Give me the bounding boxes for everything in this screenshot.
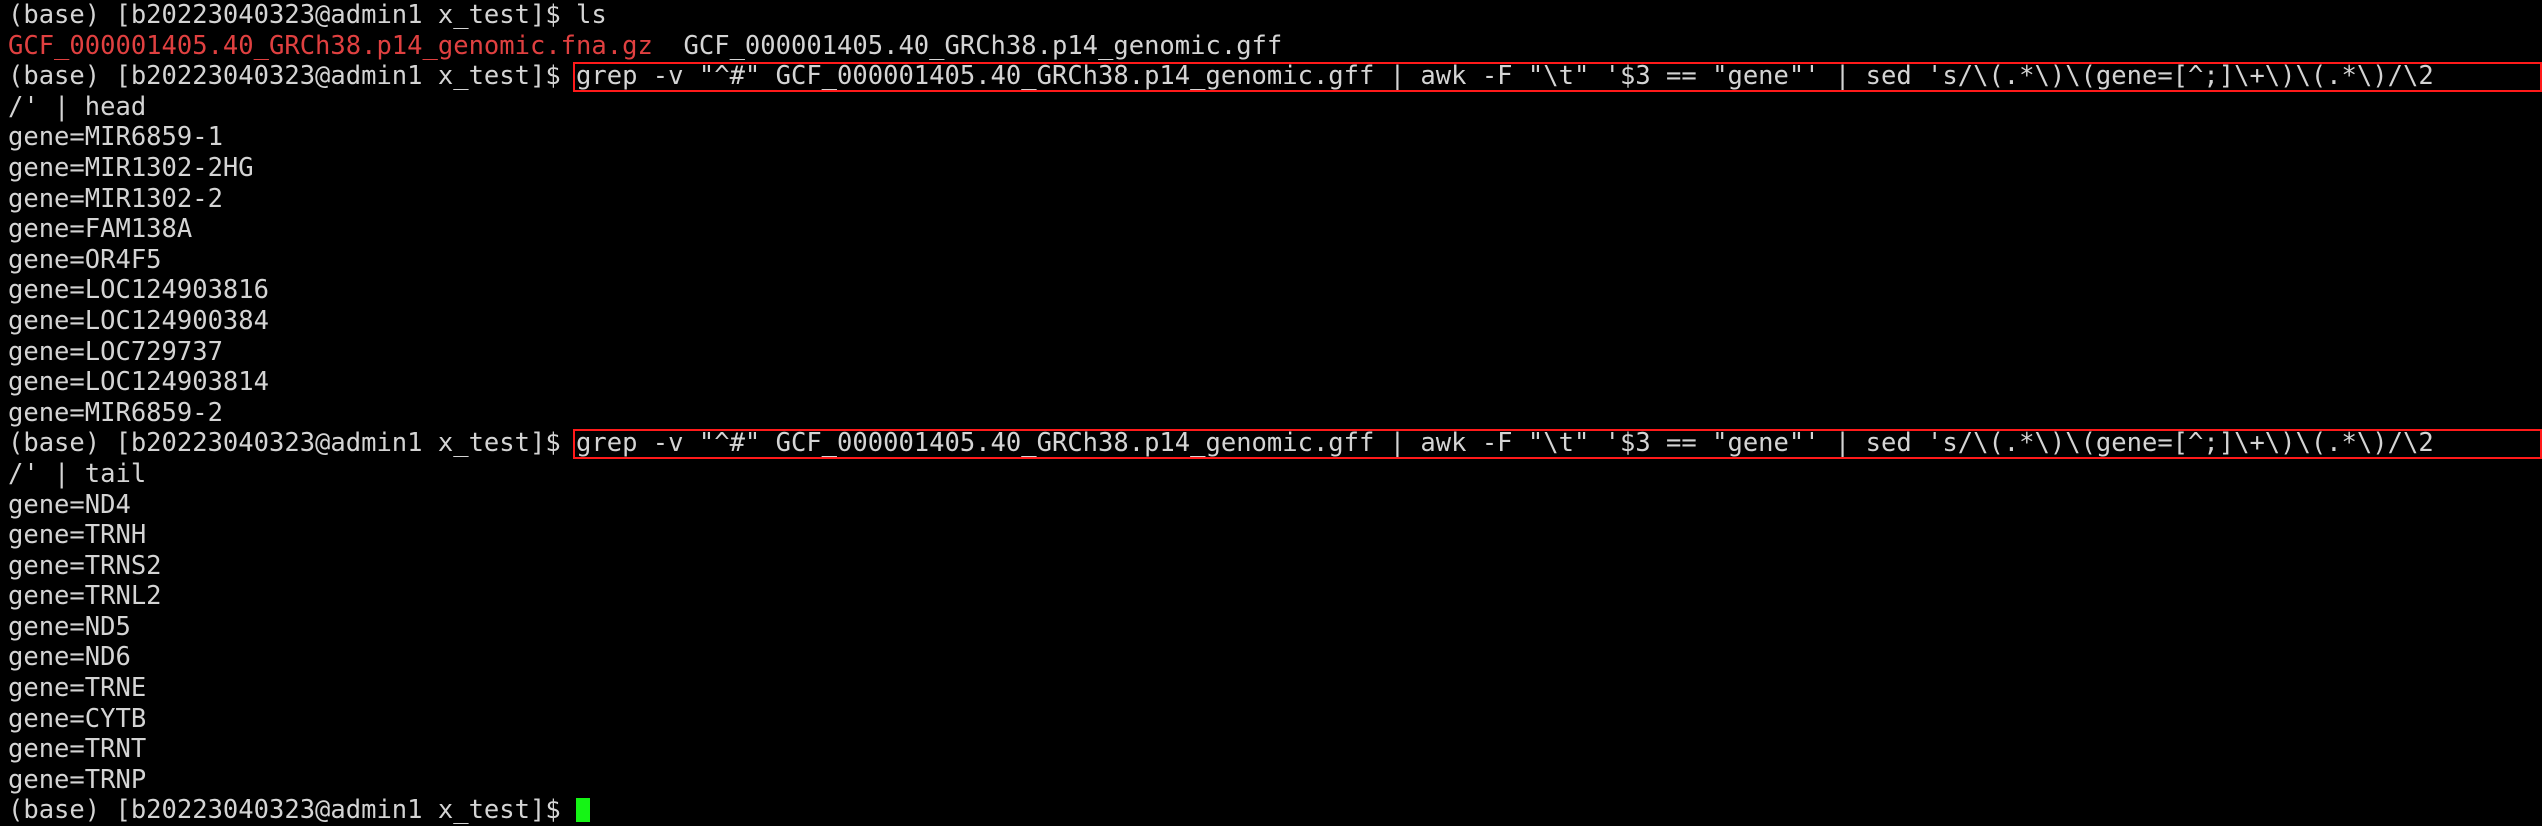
- terminal-line-ls-output: GCF_000001405.40_GRCh38.p14_genomic.fna.…: [0, 31, 2542, 62]
- shell-prompt: (base) [b20223040323@admin1 x_test]$: [8, 0, 577, 30]
- output-text: gene=LOC124900384: [8, 305, 269, 336]
- terminal-line-head-7: gene=LOC124900384: [0, 306, 2542, 337]
- output-text: /' | head: [8, 91, 147, 122]
- shell-prompt: (base) [b20223040323@admin1 x_test]$: [8, 61, 577, 92]
- output-text: gene=MIR1302-2: [8, 183, 223, 214]
- output-text: gene=MIR6859-1: [8, 122, 223, 153]
- terminal-line-head-10: gene=MIR6859-2: [0, 398, 2542, 429]
- terminal-line-head-2: gene=MIR1302-2HG: [0, 153, 2542, 184]
- terminal-line-grep-head-wrap: /' | head: [0, 92, 2542, 123]
- file-archive-gz: GCF_000001405.40_GRCh38.p14_genomic.fna.…: [8, 30, 653, 61]
- terminal-line-head-5: gene=OR4F5: [0, 245, 2542, 276]
- output-text: gene=LOC124903814: [8, 367, 269, 398]
- output-text: gene=TRNE: [8, 673, 147, 704]
- terminal-line-tail-1: gene=ND4: [0, 490, 2542, 521]
- output-text: gene=FAM138A: [8, 214, 193, 245]
- shell-command: grep -v "^#" GCF_000001405.40_GRCh38.p14…: [576, 428, 2434, 459]
- output-text: gene=TRNS2: [8, 550, 162, 581]
- terminal-line-tail-8: gene=CYTB: [0, 704, 2542, 735]
- output-text: gene=ND4: [8, 489, 131, 520]
- terminal-window[interactable]: (base) [b20223040323@admin1 x_test]$ ls G…: [0, 0, 2542, 826]
- terminal-line-grep-tail-wrap: /' | tail: [0, 459, 2542, 490]
- terminal-line-grep-head-command: (base) [b20223040323@admin1 x_test]$ gre…: [0, 61, 2542, 92]
- shell-command: grep -v "^#" GCF_000001405.40_GRCh38.p14…: [576, 61, 2434, 92]
- shell-prompt: (base) [b20223040323@admin1 x_test]$: [8, 428, 577, 459]
- terminal-line-tail-2: gene=TRNH: [0, 520, 2542, 551]
- terminal-line-grep-tail-command: (base) [b20223040323@admin1 x_test]$ gre…: [0, 428, 2542, 459]
- output-text: gene=ND6: [8, 642, 131, 673]
- terminal-line-tail-9: gene=TRNT: [0, 734, 2542, 765]
- output-text: gene=MIR6859-2: [8, 397, 223, 428]
- terminal-line-head-3: gene=MIR1302-2: [0, 184, 2542, 215]
- output-text: gene=LOC124903816: [8, 275, 269, 306]
- terminal-cursor[interactable]: [576, 798, 591, 823]
- output-text: gene=ND5: [8, 611, 131, 642]
- shell-command: ls: [576, 0, 607, 30]
- terminal-line-tail-7: gene=TRNE: [0, 673, 2542, 704]
- output-text: gene=TRNP: [8, 764, 147, 795]
- output-text: gene=TRNH: [8, 520, 147, 551]
- terminal-line-head-9: gene=LOC124903814: [0, 367, 2542, 398]
- terminal-line-tail-5: gene=ND5: [0, 612, 2542, 643]
- terminal-line-head-1: gene=MIR6859-1: [0, 122, 2542, 153]
- output-text: gene=CYTB: [8, 703, 147, 734]
- output-text: gene=TRNT: [8, 734, 147, 765]
- shell-prompt: (base) [b20223040323@admin1 x_test]$: [8, 795, 577, 826]
- terminal-line-head-6: gene=LOC124903816: [0, 275, 2542, 306]
- terminal-line-tail-10: gene=TRNP: [0, 765, 2542, 796]
- output-text: gene=LOC729737: [8, 336, 223, 367]
- output-text: gene=TRNL2: [8, 581, 162, 612]
- terminal-line-ls-command: (base) [b20223040323@admin1 x_test]$ ls: [0, 0, 2542, 31]
- terminal-line-head-8: gene=LOC729737: [0, 337, 2542, 368]
- terminal-line-final-prompt: (base) [b20223040323@admin1 x_test]$: [0, 795, 2542, 826]
- output-text: gene=MIR1302-2HG: [8, 152, 254, 183]
- terminal-line-tail-4: gene=TRNL2: [0, 581, 2542, 612]
- file-list-gap: [653, 31, 684, 61]
- file-gff: GCF_000001405.40_GRCh38.p14_genomic.gff: [683, 30, 1283, 61]
- terminal-line-tail-3: gene=TRNS2: [0, 551, 2542, 582]
- terminal-line-tail-6: gene=ND6: [0, 642, 2542, 673]
- terminal-line-head-4: gene=FAM138A: [0, 214, 2542, 245]
- output-text: /' | tail: [8, 458, 147, 489]
- output-text: gene=OR4F5: [8, 244, 162, 275]
